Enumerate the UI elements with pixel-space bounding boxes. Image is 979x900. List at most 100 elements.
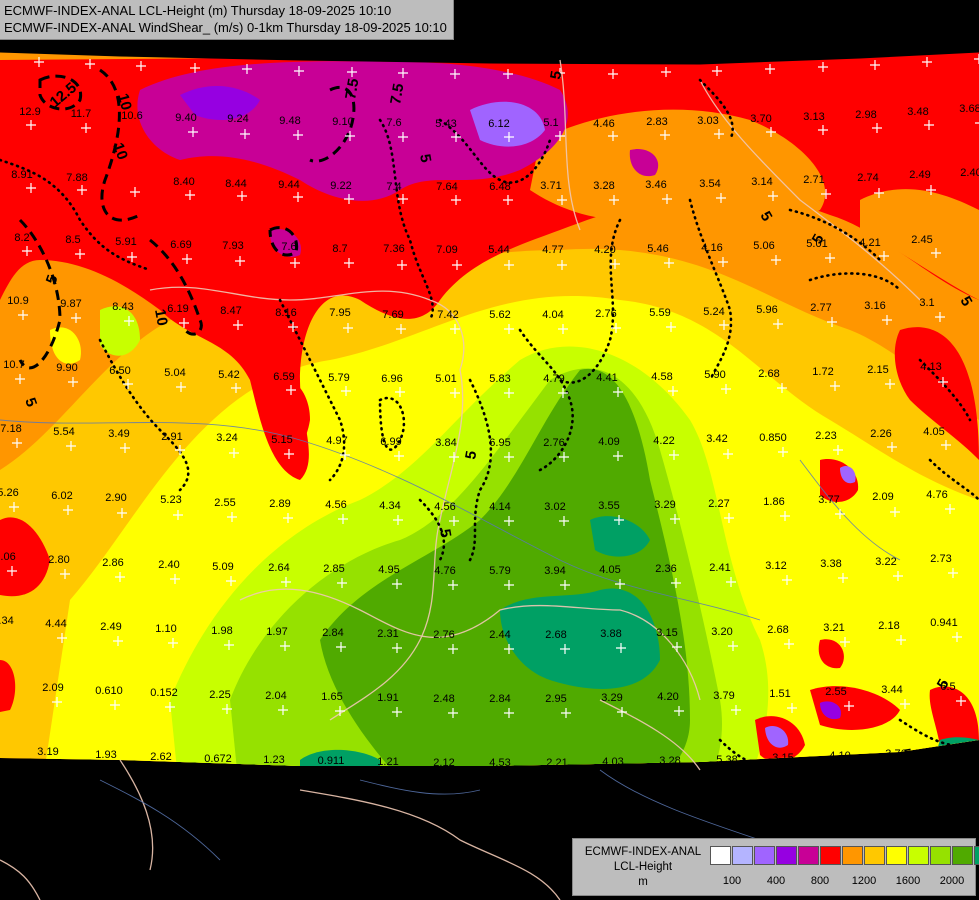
station-value: 5.79 [489,565,510,577]
station-value: 4.04 [542,309,563,321]
station-value: 5.23 [160,494,181,506]
station-value: 2.98 [855,109,876,121]
station-value: 2.74 [857,172,878,184]
station-value: 4.22 [653,435,674,447]
station-value: 0.911 [318,755,345,767]
station-value: 3.14 [751,176,772,188]
station-value: 3.24 [216,432,237,444]
station-value: 2.15 [867,364,888,376]
station-value: 3.19 [37,746,58,758]
station-value: 3.22 [875,556,896,568]
station-value: 2.27 [708,498,729,510]
station-value: 7.18 [0,423,21,435]
station-value: 3.13 [803,111,824,123]
station-value: 5.1 [543,117,558,129]
station-value: 7.95 [329,307,350,319]
legend-swatch [930,846,951,865]
station-value: 7.6 [281,241,296,253]
station-value: 5.26 [0,487,19,499]
legend-swatch [754,846,775,865]
station-value: 4.05 [599,564,620,576]
station-value: 3.71 [540,180,561,192]
station-value: 5.38 [716,754,737,766]
station-value: 4.05 [923,426,944,438]
station-value: 4.46 [593,118,614,130]
station-value: 4.20 [657,691,678,703]
station-value: 5.90 [704,369,725,381]
station-value: 5.15 [271,434,292,446]
contour-label: 7.5 [387,82,407,105]
station-value: 2.55 [825,686,846,698]
station-value: 2.12 [433,757,454,769]
station-value: 2.68 [767,624,788,636]
station-value: 9.24 [227,113,248,125]
station-value: 5.79 [328,372,349,384]
station-value: 2.71 [803,174,824,186]
station-value: 2.23 [815,430,836,442]
station-value: 8.16 [275,307,296,319]
station-value: 1.72 [812,366,833,378]
station-value: 6.12 [488,118,509,130]
title-line-windshear: ECMWF-INDEX-ANAL WindShear_ (m/s) 0-1km … [4,20,447,35]
station-value: 2.64 [268,562,289,574]
station-value: 3.16 [864,300,885,312]
station-value: 2.85 [323,563,344,575]
station-value: 3.1 [919,297,934,309]
station-value: 11.7 [71,108,92,120]
station-value: 7.4 [386,181,401,193]
station-value: 4.14 [489,501,510,513]
station-value: 2.76 [595,308,616,320]
station-value: 1.51 [769,688,790,700]
station-value: 9.90 [56,362,77,374]
station-value: 3.38 [820,558,841,570]
station-value: 4.58 [651,371,672,383]
station-value: 8.7 [332,243,347,255]
station-value: 3.54 [699,178,720,190]
legend-swatch [776,846,797,865]
station-value: 7.36 [383,243,404,255]
station-value: 5.06 [753,240,774,252]
station-value: 2.18 [878,620,899,632]
station-value: 5.24 [703,306,724,318]
station-value: 6.99 [380,436,401,448]
station-value: 8.44 [225,178,246,190]
legend-swatch [710,846,731,865]
station-value: 0.941 [930,617,958,629]
legend-swatch [798,846,819,865]
station-value: 4.76 [926,489,947,501]
legend-swatch [842,846,863,865]
station-value: 9.48 [279,115,300,127]
station-value: 2.49 [100,621,121,633]
station-value: 4.56 [325,499,346,511]
station-value: 8.91 [11,169,32,181]
station-value: 4.44 [45,618,66,630]
station-value: 3.12 [765,560,786,572]
station-value: 5.54 [53,426,74,438]
station-value: 4.13 [920,361,941,373]
station-value: 3.29 [654,499,675,511]
station-value: 3.34 [0,615,14,627]
station-value: 8.47 [220,305,241,317]
station-value: 2.68 [758,368,779,380]
station-value: 5.83 [489,373,510,385]
station-value: 3.02 [544,501,565,513]
station-value: 8.43 [112,301,133,313]
station-value: 6.95 [489,437,510,449]
station-value: 1.93 [95,749,116,761]
station-value: 9.22 [330,180,351,192]
station-value: 1.21 [377,756,398,768]
legend-title: ECMWF-INDEX-ANAL LCL-Height m [579,845,707,890]
station-value: 5.62 [489,309,510,321]
station-value: 3.28 [593,180,614,192]
station-value: 10.6 [121,110,142,122]
station-value: 6.02 [51,490,72,502]
station-value: 9.40 [175,112,196,124]
station-value: 4.56 [434,501,455,513]
map-title: ECMWF-INDEX-ANAL LCL-Height (m) Thursday… [0,0,454,40]
station-value: 3.03 [697,115,718,127]
legend-swatch [908,846,929,865]
station-value: 9.44 [278,179,299,191]
legend-swatch [732,846,753,865]
station-value: 5.06 [0,551,16,563]
station-value: 7.09 [436,244,457,256]
